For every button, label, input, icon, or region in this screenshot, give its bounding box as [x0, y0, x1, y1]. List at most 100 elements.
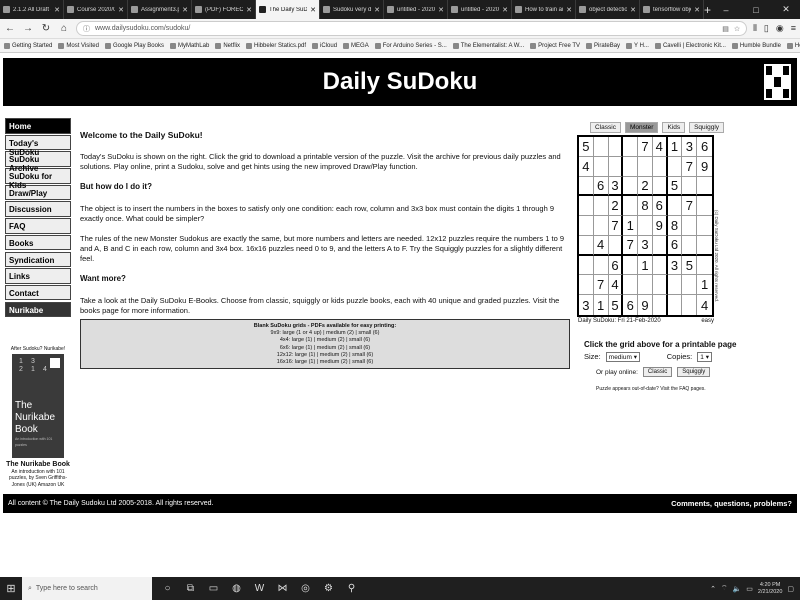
- sudoku-grid[interactable]: 57413647963252867719847366135741315694: [577, 135, 714, 317]
- sudoku-cell[interactable]: [593, 255, 609, 276]
- sudoku-cell[interactable]: 7: [593, 275, 609, 296]
- sudoku-cell[interactable]: 3: [638, 235, 653, 256]
- address-bar[interactable]: ⓘ www.dailysudoku.com/sudoku/ ▤ ☆: [76, 21, 748, 36]
- sudoku-cell[interactable]: [697, 196, 712, 217]
- taskbar-search-input[interactable]: ⌕ Type here to search: [22, 577, 152, 600]
- sudoku-cell[interactable]: 5: [579, 137, 594, 157]
- book-cover-image[interactable]: 13214 The Nurikabe Book An introduction …: [12, 354, 64, 459]
- sudoku-cell[interactable]: 6: [623, 295, 639, 315]
- sudoku-cell[interactable]: 7: [682, 156, 698, 177]
- puzzle-tab-classic[interactable]: Classic: [590, 122, 621, 133]
- sudoku-cell[interactable]: [667, 196, 683, 217]
- sudoku-cell[interactable]: [579, 275, 594, 296]
- sudoku-cell[interactable]: [593, 156, 609, 177]
- sudoku-cell[interactable]: 9: [638, 295, 653, 315]
- sudoku-cell[interactable]: 5: [609, 295, 624, 315]
- sudoku-cell[interactable]: 1: [667, 137, 683, 157]
- puzzle-tab-squiggly[interactable]: Squiggly: [689, 122, 725, 133]
- chrome-icon[interactable]: ◎: [296, 579, 315, 598]
- sudoku-cell[interactable]: [652, 176, 668, 197]
- size-select[interactable]: medium ▾: [605, 352, 640, 362]
- sudoku-cell[interactable]: [638, 156, 653, 177]
- sudoku-cell[interactable]: [653, 295, 668, 315]
- close-window-icon[interactable]: ✕: [771, 0, 800, 19]
- sudoku-cell[interactable]: [623, 176, 639, 197]
- task-view-icon[interactable]: ⧉: [181, 579, 200, 598]
- play-classic-button[interactable]: Classic: [642, 367, 673, 377]
- site-title[interactable]: Daily SuDoku: [323, 68, 478, 96]
- maps-icon[interactable]: ⚲: [342, 579, 361, 598]
- sudoku-cell[interactable]: 8: [667, 216, 683, 236]
- sudoku-cell[interactable]: [682, 295, 698, 315]
- sudoku-logo-icon[interactable]: [764, 64, 791, 100]
- reader-icon[interactable]: ▤: [722, 25, 729, 33]
- back-icon[interactable]: ←: [4, 23, 16, 34]
- tab-close-icon[interactable]: ✕: [438, 6, 444, 14]
- notifications-icon[interactable]: ▢: [787, 585, 794, 593]
- bookmark-item[interactable]: PirateBay: [586, 42, 620, 49]
- sudoku-cell[interactable]: [593, 137, 609, 157]
- sudoku-cell[interactable]: [682, 176, 698, 197]
- tray-up-arrow-icon[interactable]: ⌃: [710, 585, 716, 593]
- sudoku-cell[interactable]: 7: [638, 137, 653, 157]
- sudoku-cell[interactable]: 9: [652, 216, 668, 236]
- sudoku-cell[interactable]: 1: [623, 216, 639, 236]
- word-icon[interactable]: W: [250, 579, 269, 598]
- sudoku-cell[interactable]: [623, 196, 639, 217]
- tab-close-icon[interactable]: ✕: [630, 6, 636, 14]
- sudoku-cell[interactable]: [652, 156, 668, 177]
- taskbar-clock[interactable]: 4:20 PM 2/21/2020: [758, 582, 782, 596]
- new-tab-button[interactable]: +: [704, 0, 711, 19]
- browser-tab[interactable]: Sudoku very diffi✕: [320, 0, 384, 19]
- sudoku-cell[interactable]: 4: [579, 156, 594, 177]
- browser-tab[interactable]: object detection ✕: [576, 0, 640, 19]
- bookmark-item[interactable]: Netflix: [215, 42, 240, 49]
- settings-icon[interactable]: ⚙: [319, 579, 338, 598]
- tab-close-icon[interactable]: ✕: [566, 6, 572, 14]
- sudoku-cell[interactable]: 6: [652, 196, 668, 217]
- browser-tab[interactable]: Assignment3.pdf✕: [128, 0, 192, 19]
- bookmark-item[interactable]: Y H...: [626, 42, 649, 49]
- sudoku-cell[interactable]: 4: [697, 295, 712, 315]
- sudoku-cell[interactable]: [652, 275, 668, 296]
- sudoku-cell[interactable]: 7: [682, 196, 698, 217]
- puzzle-tab-monster[interactable]: Monster: [624, 122, 659, 133]
- library-icon[interactable]: ⫴: [753, 23, 757, 34]
- sudoku-cell[interactable]: [682, 275, 698, 296]
- bookmark-item[interactable]: Hibbeler Statics.pdf: [246, 42, 306, 49]
- browser-tab[interactable]: 2.1.2 All Draft - Out✕: [0, 0, 64, 19]
- sudoku-cell[interactable]: [697, 216, 712, 236]
- sudoku-cell[interactable]: [697, 256, 712, 276]
- tab-close-icon[interactable]: ✕: [694, 6, 700, 14]
- firefox-icon[interactable]: ◍: [227, 579, 246, 598]
- bookmark-item[interactable]: MyMathLab: [169, 42, 209, 49]
- sudoku-cell[interactable]: [579, 176, 594, 197]
- blank-grid-link-row[interactable]: 12x12: large (1) | medium (2) | small (6…: [81, 352, 569, 359]
- sudoku-cell[interactable]: 9: [697, 157, 712, 177]
- home-icon[interactable]: ⌂: [58, 23, 70, 34]
- sudoku-cell[interactable]: 4: [652, 137, 668, 157]
- sudoku-cell[interactable]: [579, 255, 594, 276]
- sudoku-cell[interactable]: 6: [608, 255, 624, 276]
- sudoku-cell[interactable]: 5: [682, 255, 698, 276]
- blank-grid-link-row[interactable]: 16x16: large (1) | medium (2) | small (6…: [81, 359, 569, 366]
- sudoku-cell[interactable]: [608, 156, 624, 177]
- windows-start-icon[interactable]: ⊞: [0, 577, 22, 600]
- account-icon[interactable]: ◉: [776, 23, 784, 34]
- bookmark-item[interactable]: Google Play Books: [104, 42, 164, 49]
- blank-grid-link-row[interactable]: 6x6: large (1) | medium (2) | small (6): [81, 345, 569, 352]
- sudoku-cell[interactable]: [652, 255, 668, 276]
- copies-select[interactable]: 1 ▾: [697, 352, 712, 362]
- sudoku-cell[interactable]: 3: [667, 255, 683, 276]
- menu-icon[interactable]: ≡: [791, 23, 796, 34]
- sudoku-cell[interactable]: [579, 216, 594, 236]
- sudoku-cell[interactable]: [608, 235, 624, 256]
- browser-tab[interactable]: (PDF) FORECASTI✕: [192, 0, 256, 19]
- sudoku-cell[interactable]: [682, 235, 698, 256]
- battery-icon[interactable]: ▭: [746, 585, 753, 593]
- sudoku-cell[interactable]: 8: [638, 196, 653, 217]
- sudoku-cell[interactable]: [697, 236, 712, 256]
- sudoku-cell[interactable]: [697, 177, 712, 197]
- reload-icon[interactable]: ↻: [40, 23, 52, 34]
- sudoku-cell[interactable]: 4: [608, 275, 624, 296]
